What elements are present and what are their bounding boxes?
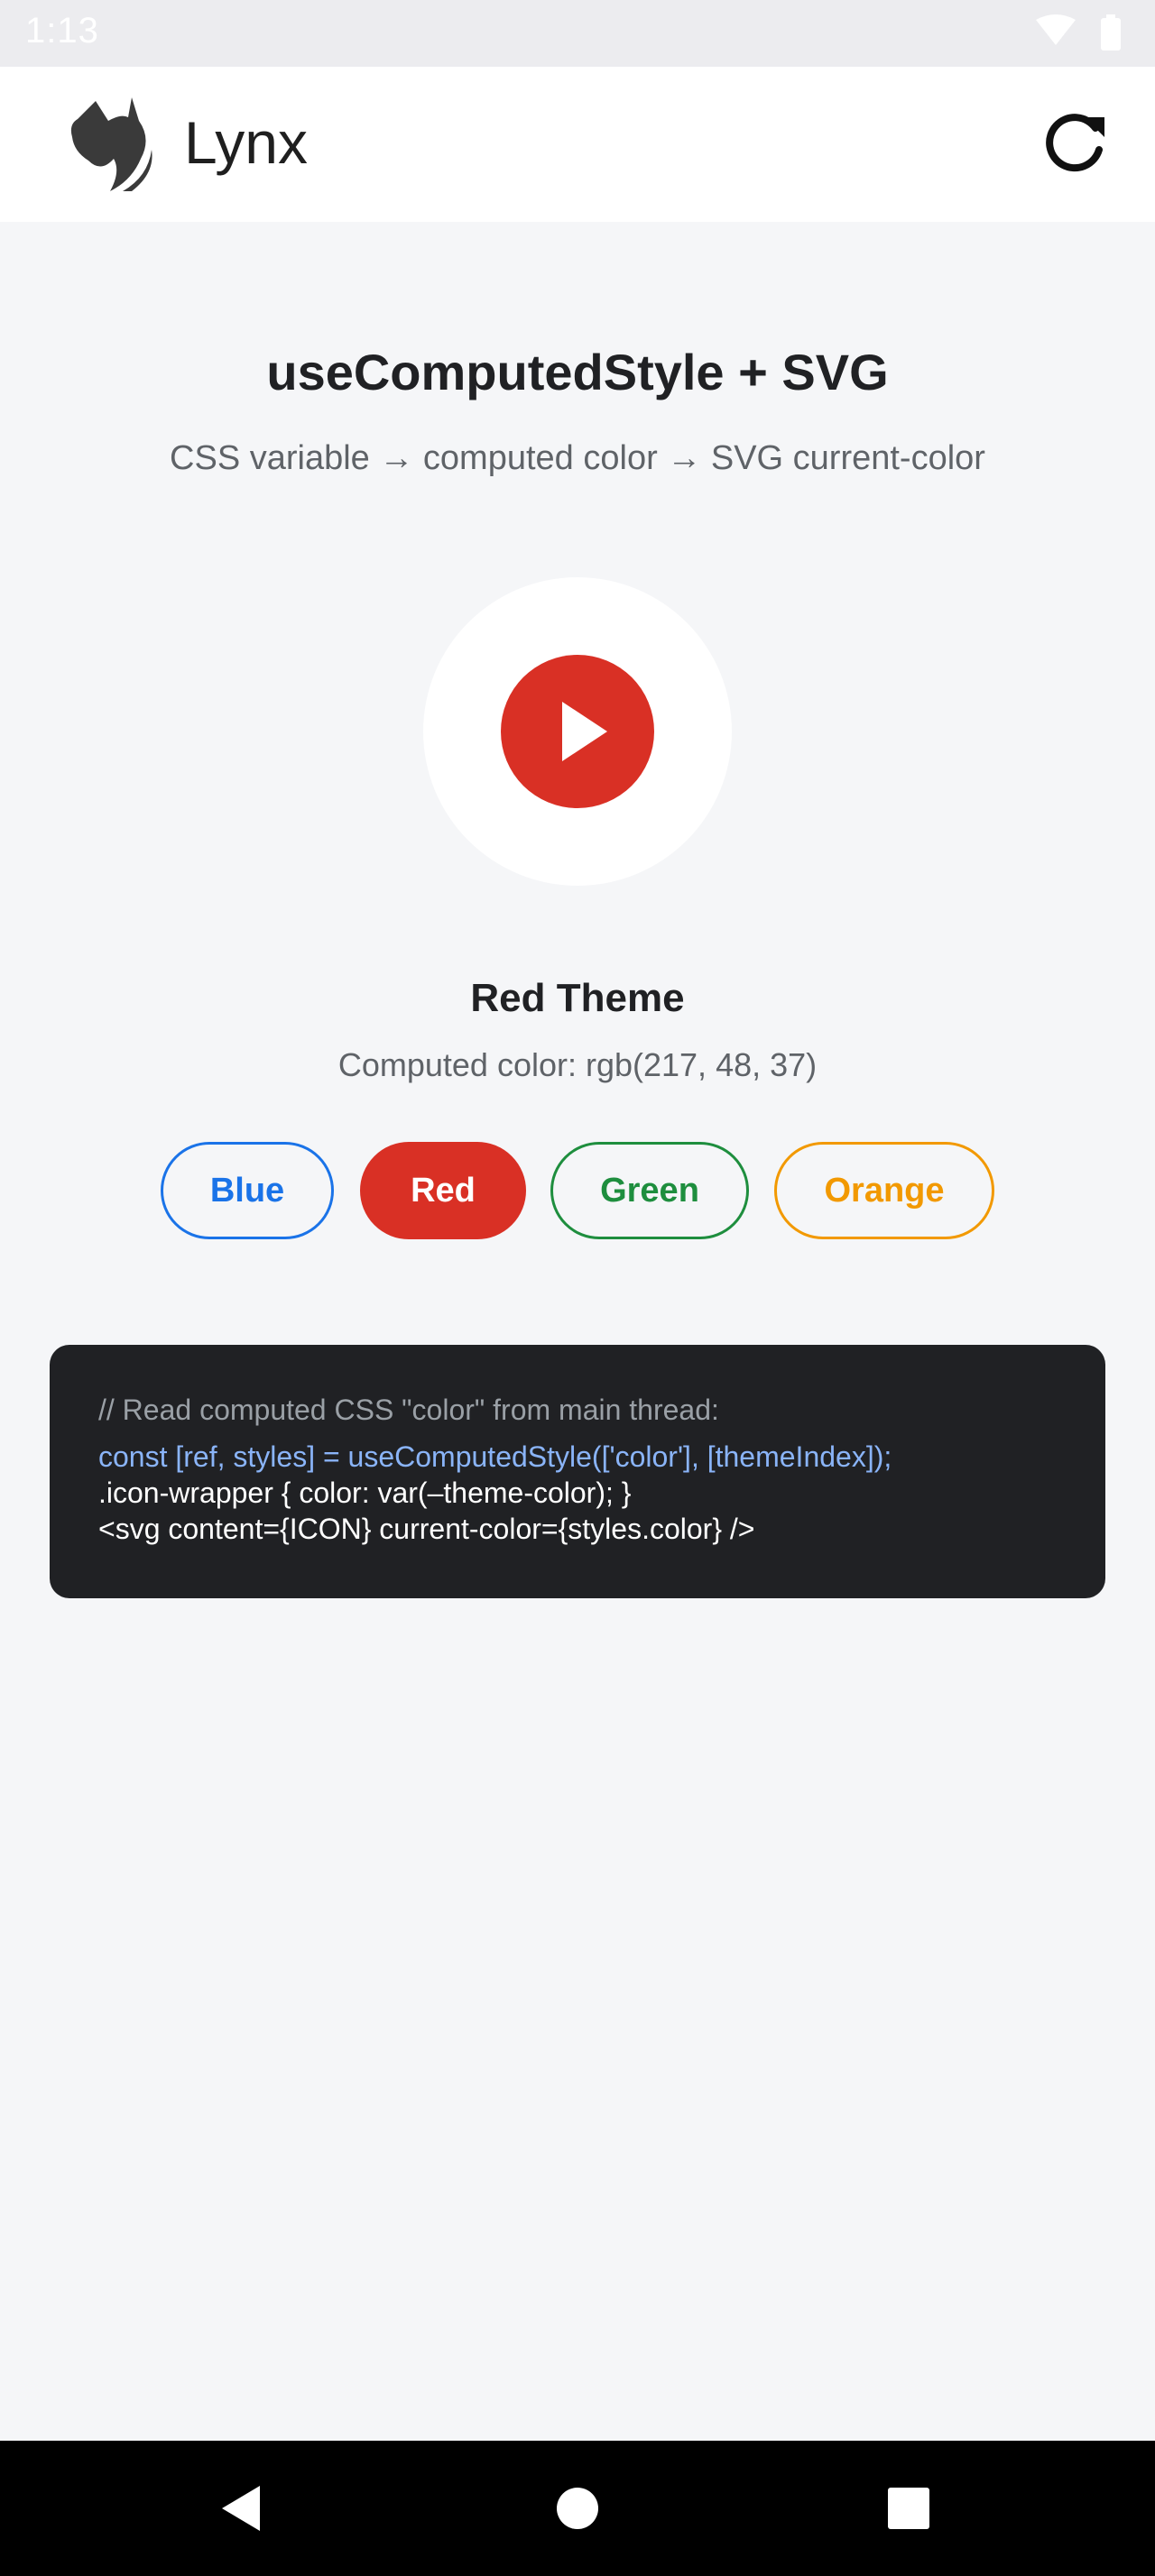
theme-button-red[interactable]: Red: [360, 1142, 526, 1239]
status-bar: 1:13: [0, 0, 1155, 67]
app-bar: Lynx: [0, 67, 1155, 222]
home-icon[interactable]: [548, 2479, 607, 2538]
wifi-icon: [1036, 14, 1076, 45]
code-line-highlight: const [ref, styles] = useComputedStyle([…: [98, 1440, 892, 1473]
code-comment: // Read computed CSS "color" from main t…: [98, 1394, 719, 1426]
theme-button-green[interactable]: Green: [550, 1142, 749, 1239]
status-icons: [1036, 14, 1121, 51]
reload-icon[interactable]: [1040, 110, 1110, 180]
recents-icon[interactable]: [879, 2479, 938, 2538]
page-subtitle: CSS variable → computed color → SVG curr…: [170, 439, 985, 477]
computed-color-text: Computed color: rgb(217, 48, 37): [337, 1046, 818, 1083]
back-icon[interactable]: [213, 2479, 273, 2538]
play-icon: [501, 655, 654, 808]
battery-icon: [1101, 18, 1121, 51]
icon-wrapper: [423, 577, 732, 886]
navigation-bar: [0, 2441, 1155, 2576]
lynx-logo-icon: [70, 97, 152, 191]
theme-button-blue[interactable]: Blue: [161, 1142, 334, 1239]
theme-name: Red Theme: [470, 976, 685, 1020]
code-line-svg: <svg content={ICON} current-color={style…: [98, 1513, 755, 1545]
code-line-css: .icon-wrapper { color: var(–theme-color)…: [98, 1477, 632, 1509]
status-time: 1:13: [25, 11, 99, 51]
app-title: Lynx: [184, 109, 308, 176]
theme-button-orange[interactable]: Orange: [774, 1142, 994, 1239]
code-block: // Read computed CSS "color" from main t…: [50, 1345, 1105, 1598]
page-title: useComputedStyle + SVG: [266, 344, 889, 400]
